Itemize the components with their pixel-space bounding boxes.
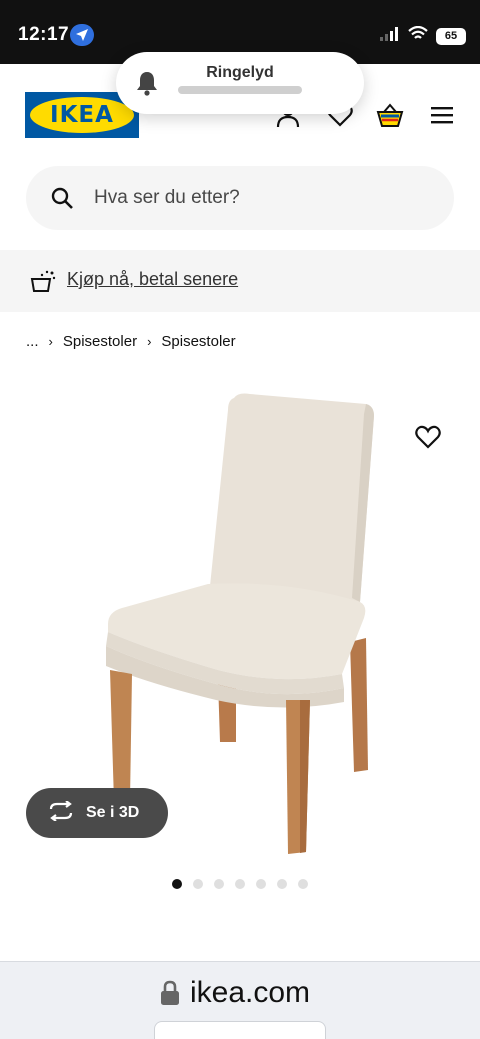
chevron-right-icon: ›: [147, 334, 152, 349]
promo-banner[interactable]: Kjøp nå, betal senere: [0, 250, 480, 312]
breadcrumb: ... › Spisestoler › Spisestoler: [26, 333, 236, 350]
battery-icon: 65: [436, 27, 466, 45]
chevron-right-icon: ›: [48, 334, 53, 349]
view-in-3d-button[interactable]: Se i 3D: [26, 788, 168, 838]
notification-title: Ringelyd: [206, 64, 274, 81]
carousel-dot[interactable]: [298, 879, 308, 889]
rotate-3d-icon: [48, 799, 74, 826]
search-input[interactable]: [94, 166, 434, 230]
payment-bag-icon: [28, 269, 56, 298]
logo-text: IKEA: [50, 102, 114, 128]
cellular-signal-icon: [380, 26, 400, 46]
breadcrumb-item[interactable]: Spisestoler: [161, 333, 235, 350]
location-arrow-icon: [70, 24, 94, 46]
carousel-dot[interactable]: [277, 879, 287, 889]
status-time: 12:17: [18, 24, 70, 45]
add-to-favourites-heart-icon[interactable]: [414, 424, 442, 455]
notification-slider: [178, 86, 302, 94]
carousel-dot[interactable]: [214, 879, 224, 889]
breadcrumb-item[interactable]: Spisestoler: [63, 333, 137, 350]
image-carousel-dots: [172, 879, 308, 889]
tab-preview: [154, 1021, 326, 1039]
breadcrumb-ellipsis[interactable]: ...: [26, 333, 39, 350]
carousel-dot[interactable]: [172, 879, 182, 889]
carousel-dot[interactable]: [235, 879, 245, 889]
view-in-3d-label: Se i 3D: [86, 804, 140, 821]
promo-link[interactable]: Kjøp nå, betal senere: [67, 269, 238, 290]
menu-icon[interactable]: [428, 101, 456, 129]
carousel-dot[interactable]: [256, 879, 266, 889]
url-text[interactable]: ikea.com: [190, 976, 310, 1010]
search-bar[interactable]: [26, 166, 454, 230]
search-icon: [50, 186, 74, 215]
shopping-bag-icon[interactable]: [376, 101, 404, 129]
carousel-dot[interactable]: [193, 879, 203, 889]
wifi-icon: [408, 25, 428, 46]
lock-icon: [160, 980, 180, 1011]
ringer-notification: Ringelyd: [116, 52, 364, 114]
product-image[interactable]: [0, 370, 480, 860]
